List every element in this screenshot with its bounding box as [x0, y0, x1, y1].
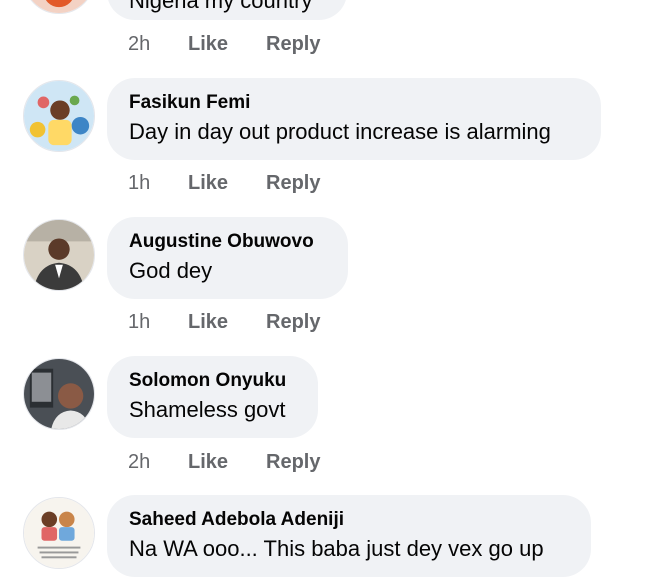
reply-button[interactable]: Reply: [266, 32, 320, 56]
like-button[interactable]: Like: [188, 32, 228, 56]
comment-timestamp[interactable]: 1h: [128, 171, 150, 195]
comment-bubble: Fasikun Femi Day in day out product incr…: [107, 78, 601, 160]
comment-timestamp[interactable]: 2h: [128, 32, 150, 56]
comment-bubble: Saheed Adebola Adeniji Na WA ooo... This…: [107, 495, 591, 577]
avatar[interactable]: [23, 497, 95, 569]
avatar[interactable]: [23, 80, 95, 152]
commenter-name[interactable]: Saheed Adebola Adeniji: [129, 508, 569, 532]
comment-text: Shameless govt: [129, 397, 286, 422]
comment-bubble: Solomon Onyuku Shameless govt: [107, 356, 318, 438]
comment-timestamp[interactable]: 1h: [128, 310, 150, 334]
commenter-name[interactable]: Solomon Onyuku: [129, 369, 296, 393]
commenter-name[interactable]: Fasikun Femi: [129, 91, 579, 115]
reply-button[interactable]: Reply: [266, 171, 320, 195]
avatar[interactable]: [23, 219, 95, 291]
reply-button[interactable]: Reply: [266, 450, 320, 474]
comment-text: God dey: [129, 258, 213, 283]
comment-text: Na WA ooo... This baba just dey vex go u…: [129, 536, 544, 561]
comment-text: Day in day out product increase is alarm…: [129, 119, 551, 144]
avatar[interactable]: [23, 358, 95, 430]
like-button[interactable]: Like: [188, 171, 228, 195]
comment-timestamp[interactable]: 2h: [128, 450, 150, 474]
commenter-name[interactable]: Augustine Obuwovo: [129, 230, 326, 254]
like-button[interactable]: Like: [188, 310, 228, 334]
avatar[interactable]: [23, 0, 95, 14]
comment-text: Nigeria my country: [129, 0, 313, 13]
reply-button[interactable]: Reply: [266, 310, 320, 334]
comment-bubble: Nigeria my country: [107, 0, 347, 20]
like-button[interactable]: Like: [188, 450, 228, 474]
comment-bubble: Augustine Obuwovo God dey: [107, 217, 348, 299]
